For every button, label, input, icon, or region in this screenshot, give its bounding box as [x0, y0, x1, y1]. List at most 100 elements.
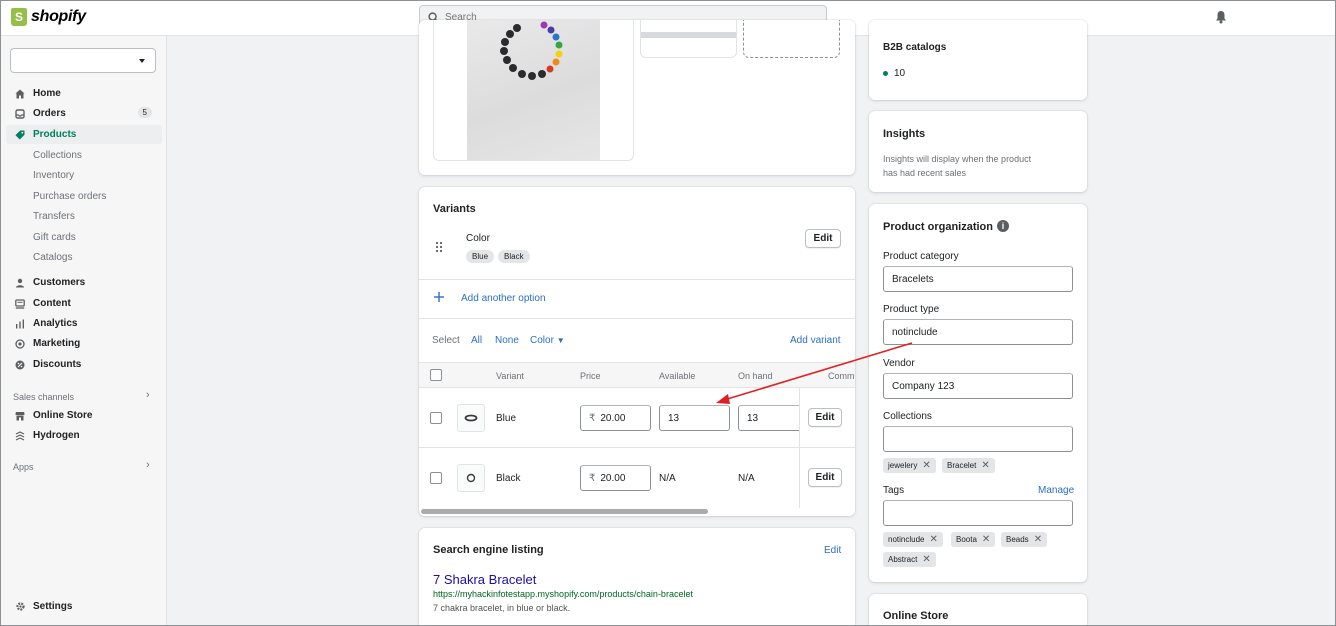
price-input[interactable]: ₹ 20.00: [580, 465, 651, 491]
caret-down-icon: [139, 59, 145, 63]
sidebar-subitem-purchase-orders[interactable]: Purchase orders: [33, 191, 106, 202]
media-thumbnail[interactable]: [640, 20, 737, 58]
shopify-logo[interactable]: shopify: [11, 8, 86, 26]
apps-heading[interactable]: Apps: [13, 462, 34, 472]
select-none-link[interactable]: None: [495, 335, 519, 346]
remove-icon[interactable]: ✕: [922, 460, 930, 471]
sidebar-subitem-inventory[interactable]: Inventory: [33, 170, 74, 181]
content-icon: [14, 298, 26, 309]
b2b-count[interactable]: 10: [883, 68, 905, 79]
caret-down-icon: ▼: [556, 336, 565, 345]
media-card: [419, 20, 855, 175]
b2b-catalogs-card: B2B catalogs 10: [869, 20, 1087, 100]
variant-thumbnail[interactable]: [457, 404, 485, 432]
sidebar-item-online-store[interactable]: Online Store: [6, 406, 162, 425]
on-hand-value: N/A: [738, 473, 755, 484]
sidebar-item-content[interactable]: Content: [6, 294, 162, 313]
seo-title: Search engine listing: [433, 544, 544, 556]
manage-tags-link[interactable]: Manage: [1038, 485, 1074, 496]
sidebar-item-hydrogen[interactable]: Hydrogen: [6, 426, 162, 445]
select-all-link[interactable]: All: [471, 335, 482, 346]
collection-tag-label: jewelery: [888, 461, 918, 470]
available-input[interactable]: 13: [659, 405, 730, 431]
sidebar-item-marketing[interactable]: Marketing: [6, 334, 162, 353]
option-name: Color: [466, 233, 490, 244]
sidebar-item-home[interactable]: Home: [6, 84, 162, 103]
sidebar-item-discounts[interactable]: Discounts: [6, 355, 162, 374]
edit-option-button[interactable]: Edit: [805, 229, 841, 248]
on-hand-input[interactable]: 13: [738, 405, 800, 431]
edit-variant-button[interactable]: Edit: [808, 408, 842, 427]
product-type-input[interactable]: notinclude: [883, 319, 1073, 345]
product-category-input[interactable]: Bracelets: [883, 266, 1073, 292]
row-checkbox[interactable]: [430, 412, 442, 424]
sales-channels-heading[interactable]: Sales channels: [13, 392, 74, 402]
sidebar-item-settings[interactable]: Settings: [6, 597, 162, 616]
chevron-right-icon[interactable]: ›: [146, 459, 150, 471]
store-select[interactable]: [10, 48, 156, 73]
product-tag: notinclude ✕: [883, 532, 943, 547]
b2b-title: B2B catalogs: [883, 42, 947, 53]
row-checkbox[interactable]: [430, 472, 442, 484]
product-tag-label: notinclude: [888, 535, 925, 544]
analytics-icon: [14, 319, 26, 329]
tags-input[interactable]: [883, 500, 1073, 526]
sidebar-item-label: Online Store: [33, 410, 93, 421]
select-color-dropdown[interactable]: Color ▼: [530, 335, 565, 346]
main-product-image-frame[interactable]: [433, 20, 634, 161]
sidebar-item-orders[interactable]: Orders 5: [6, 104, 162, 123]
remove-icon[interactable]: ✕: [981, 460, 989, 471]
edit-variant-button[interactable]: Edit: [808, 468, 842, 487]
insights-card: Insights Insights will display when the …: [869, 111, 1087, 192]
bracelet-icon: [464, 414, 478, 422]
bracelet-icon: [500, 21, 563, 80]
variants-card: Variants Color Blue Black Edit Add anothe…: [419, 187, 855, 516]
sidebar-item-label: Settings: [33, 601, 73, 612]
select-all-checkbox[interactable]: [430, 369, 442, 381]
sidebar-subitem-collections[interactable]: Collections: [33, 150, 82, 161]
remove-icon[interactable]: ✕: [982, 534, 990, 545]
column-header-variant: Variant: [496, 371, 524, 381]
table-row: Black ₹ 20.00 N/A N/A Edit: [419, 448, 855, 508]
sidebar-item-products[interactable]: Products: [6, 125, 162, 144]
add-media-dropzone[interactable]: [743, 20, 840, 58]
seo-url: https://myhackinfotestapp.myshopify.com/…: [433, 589, 693, 599]
category-label: Product category: [883, 251, 959, 262]
remove-icon[interactable]: ✕: [1034, 534, 1042, 545]
insights-text: Insights will display when the product h…: [883, 152, 1031, 180]
bracelet-icon: [466, 473, 476, 483]
plus-icon[interactable]: [433, 291, 445, 306]
search-engine-listing-card: Search engine listing Edit 7 Shakra Brac…: [419, 528, 855, 626]
variant-thumbnail[interactable]: [457, 464, 485, 492]
collections-input[interactable]: [883, 426, 1073, 452]
seo-page-title: 7 Shakra Bracelet: [433, 572, 537, 587]
sidebar-subitem-gift-cards[interactable]: Gift cards: [33, 232, 76, 243]
vendor-input[interactable]: Company 123: [883, 373, 1073, 399]
sidebar-item-label: Orders: [33, 108, 66, 119]
product-tag: Abstract ✕: [883, 552, 936, 567]
sidebar-subitem-catalogs[interactable]: Catalogs: [33, 252, 72, 263]
insights-title: Insights: [883, 128, 926, 140]
remove-icon[interactable]: ✕: [929, 534, 937, 545]
info-icon[interactable]: i: [997, 220, 1009, 232]
sidebar-item-customers[interactable]: Customers: [6, 273, 162, 292]
edit-seo-link[interactable]: Edit: [824, 545, 841, 556]
sidebar-subitem-transfers[interactable]: Transfers: [33, 211, 75, 222]
bell-icon[interactable]: [1215, 10, 1227, 24]
add-variant-link[interactable]: Add variant: [790, 335, 841, 346]
price-input[interactable]: ₹ 20.00: [580, 405, 651, 431]
home-icon: [14, 89, 26, 99]
column-header-available: Available: [659, 371, 696, 381]
sidebar-item-analytics[interactable]: Analytics: [6, 314, 162, 333]
table-row: Blue ₹ 20.00 13 13 Edit: [419, 388, 855, 448]
remove-icon[interactable]: ✕: [922, 554, 930, 565]
vendor-label: Vendor: [883, 358, 915, 369]
available-value: N/A: [659, 473, 676, 484]
drag-handle-icon[interactable]: [435, 241, 443, 256]
option-value-pill: Blue: [466, 250, 495, 263]
horizontal-scrollbar[interactable]: [421, 509, 708, 514]
chevron-right-icon[interactable]: ›: [146, 389, 150, 401]
add-another-option-link[interactable]: Add another option: [461, 293, 546, 304]
online-store-title: Online Store: [883, 610, 949, 622]
product-tag: Boota ✕: [951, 532, 996, 547]
